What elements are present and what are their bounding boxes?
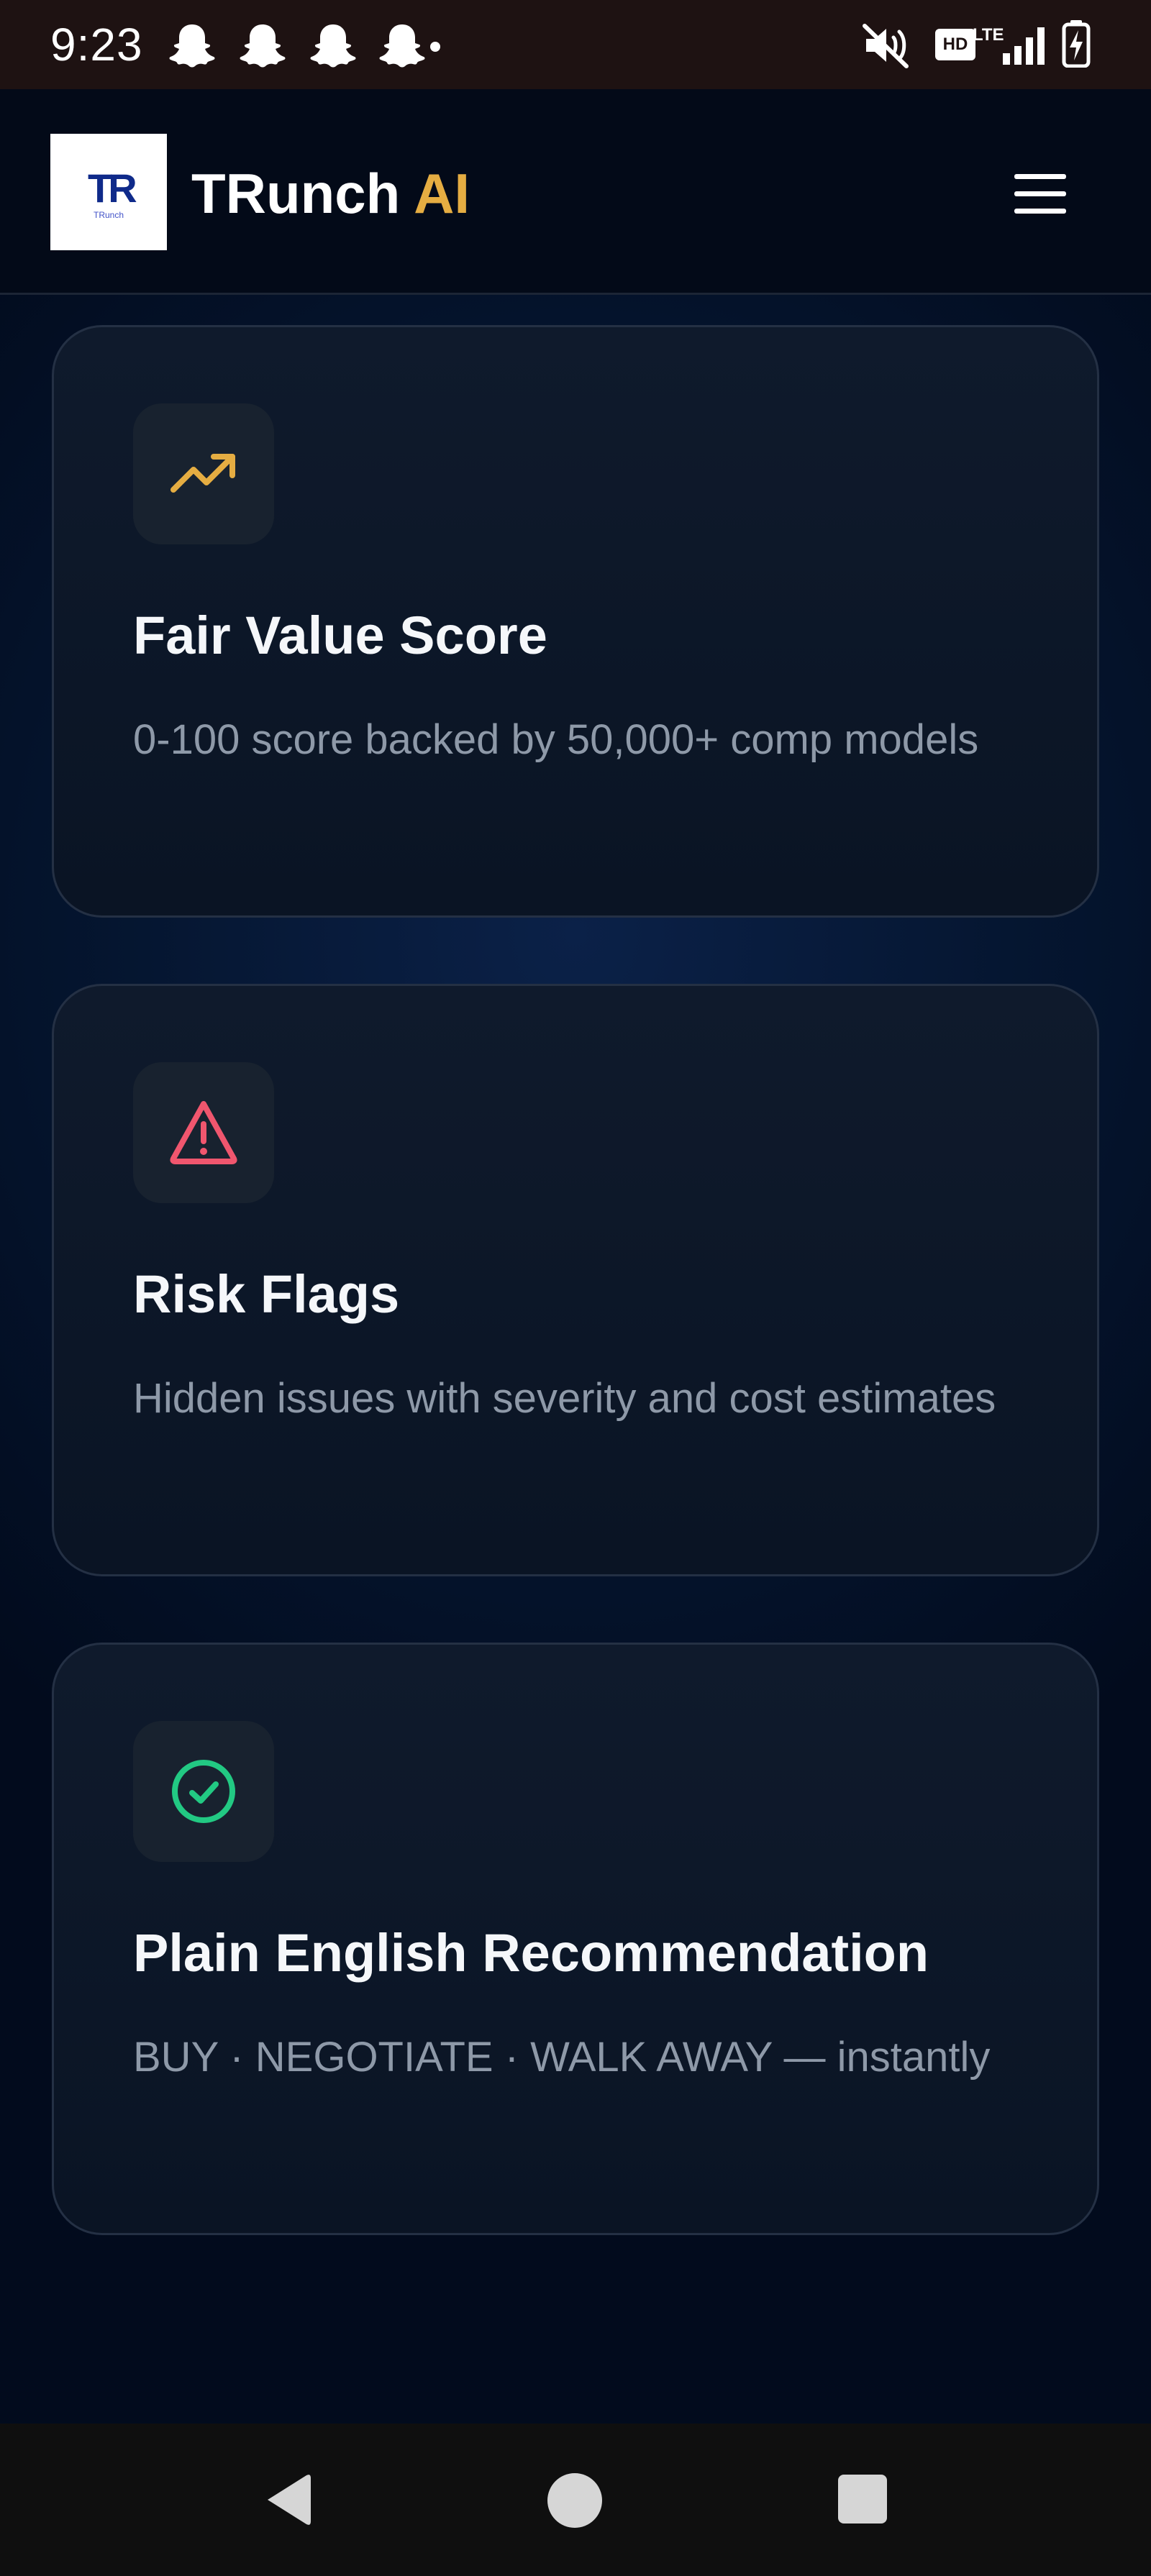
logo-mark: TR bbox=[88, 165, 137, 211]
feature-icon-tile bbox=[133, 1062, 274, 1203]
status-time: 9:23 bbox=[50, 19, 143, 70]
hd-badge: HD bbox=[935, 29, 975, 60]
mute-icon bbox=[863, 24, 909, 68]
app-header: TR TRunch TRunch AI bbox=[0, 89, 1151, 295]
feature-card-recommendation: Plain English Recommendation BUY · NEGOT… bbox=[52, 1643, 1099, 2235]
brand-logo[interactable]: TR TRunch bbox=[50, 134, 167, 250]
brand-title[interactable]: TRunch AI bbox=[191, 161, 470, 226]
feature-description: Hidden issues with severity and cost est… bbox=[133, 1375, 996, 1422]
feature-icon-tile bbox=[133, 1721, 274, 1862]
trending-up-icon bbox=[170, 454, 235, 493]
features-section: Fair Value Score 0-100 score backed by 5… bbox=[0, 295, 1151, 2424]
feature-title: Plain English Recommendation bbox=[133, 1923, 929, 1983]
brand-name: TRunch bbox=[191, 162, 401, 225]
feature-card-risk-flags: Risk Flags Hidden issues with severity a… bbox=[52, 984, 1099, 1576]
menu-button[interactable] bbox=[1010, 164, 1070, 224]
hamburger-menu-icon bbox=[1014, 174, 1066, 214]
feature-icon-tile bbox=[133, 403, 274, 544]
feature-title: Risk Flags bbox=[133, 1264, 400, 1324]
snapchat-icon bbox=[169, 24, 215, 68]
home-icon[interactable] bbox=[547, 2472, 603, 2529]
logo-text: TRunch bbox=[93, 210, 124, 220]
warning-triangle-icon bbox=[170, 1101, 237, 1164]
snapchat-icon bbox=[240, 24, 286, 68]
check-circle-icon bbox=[172, 1760, 235, 1823]
signal-icon bbox=[1003, 27, 1045, 65]
battery-charging-icon bbox=[1062, 20, 1091, 68]
status-bar: 9:23 HD LTE bbox=[0, 0, 1151, 89]
feature-card-fair-value: Fair Value Score 0-100 score backed by 5… bbox=[52, 325, 1099, 918]
system-nav-bar bbox=[0, 2424, 1151, 2576]
feature-description: 0-100 score backed by 50,000+ comp model… bbox=[133, 716, 979, 763]
snapchat-icon bbox=[379, 24, 425, 68]
feature-title: Fair Value Score bbox=[133, 606, 547, 665]
lte-label: LTE bbox=[973, 25, 1004, 45]
brand-accent: AI bbox=[414, 162, 470, 225]
snapchat-icon bbox=[310, 24, 356, 68]
recents-icon[interactable] bbox=[837, 2474, 888, 2524]
notification-dot bbox=[430, 42, 440, 52]
feature-description: BUY · NEGOTIATE · WALK AWAY — instantly bbox=[133, 2034, 991, 2081]
back-icon[interactable] bbox=[262, 2470, 314, 2530]
